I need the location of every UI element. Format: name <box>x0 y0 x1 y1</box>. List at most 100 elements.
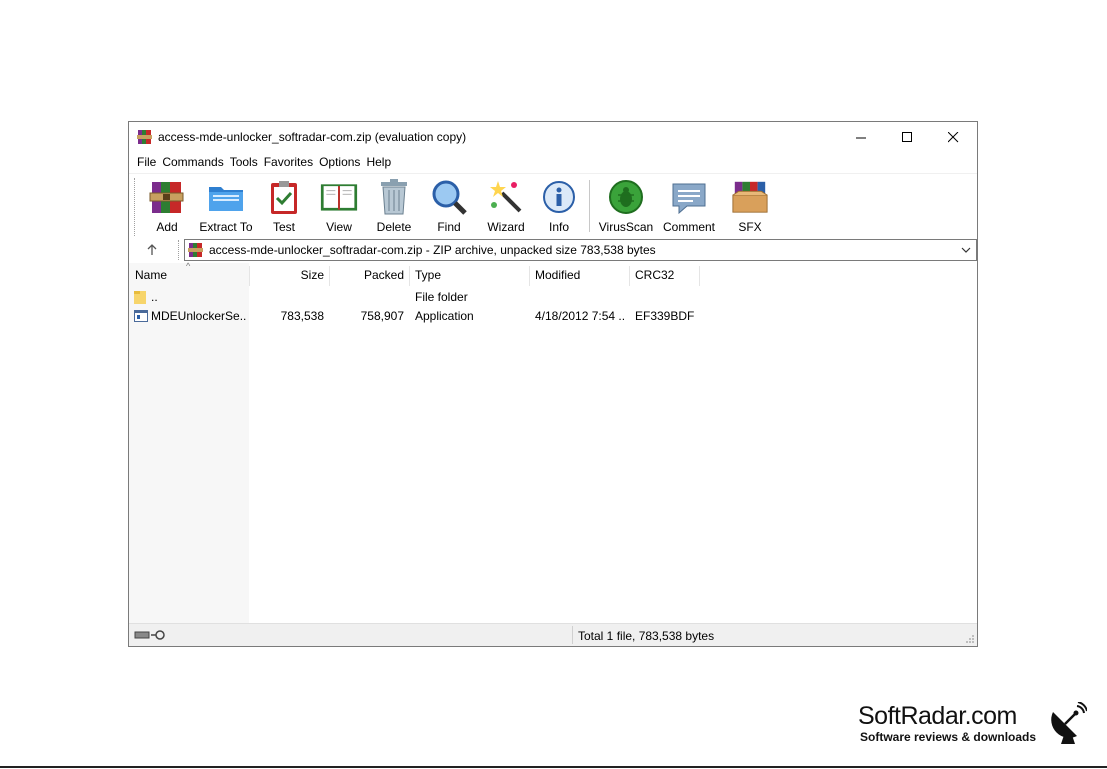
status-bar: Total 1 file, 783,538 bytes <box>129 623 977 646</box>
close-icon <box>947 131 958 142</box>
info-icon <box>543 181 575 213</box>
virusscan-label: VirusScan <box>598 220 654 234</box>
address-bar[interactable]: access-mde-unlocker_softradar-com.zip - … <box>184 239 977 261</box>
find-button[interactable]: Find <box>429 178 469 236</box>
row-packed: 758,907 <box>360 309 404 323</box>
magnifier-icon <box>432 180 467 215</box>
delete-label: Delete <box>376 220 412 234</box>
minimize-button[interactable] <box>838 122 884 152</box>
title-bar[interactable]: access-mde-unlocker_softradar-com.zip (e… <box>129 122 977 152</box>
view-button[interactable]: View <box>317 178 361 236</box>
status-separator <box>572 626 573 644</box>
archive-icon <box>188 243 203 257</box>
satellite-dish-icon <box>1051 702 1087 744</box>
resize-grip-icon[interactable] <box>965 634 975 644</box>
application-icon <box>134 310 148 322</box>
address-grip[interactable] <box>178 240 181 260</box>
open-book-icon <box>320 184 358 211</box>
menu-help[interactable]: Help <box>365 152 396 172</box>
list-header: ^ Name Size Packed Type Modified CRC32 <box>129 261 977 287</box>
row-crc32: EF339BDF <box>635 309 695 323</box>
menu-tools[interactable]: Tools <box>229 152 263 172</box>
comment-button[interactable]: Comment <box>661 178 717 236</box>
row-type: File folder <box>415 290 468 304</box>
row-size: 783,538 <box>280 309 324 323</box>
column-divider[interactable] <box>699 266 700 286</box>
column-header-type[interactable]: Type <box>415 263 525 287</box>
softradar-watermark: SoftRadar.com Software reviews & downloa… <box>857 702 1097 752</box>
bug-scan-icon <box>609 180 643 214</box>
folder-extract-icon <box>209 187 243 211</box>
info-button[interactable]: Info <box>539 178 579 236</box>
maximize-icon <box>901 131 912 142</box>
table-row[interactable]: MDEUnlockerSe... 783,538 758,907 Applica… <box>129 307 977 326</box>
address-dropdown-button[interactable] <box>959 242 973 258</box>
comment-label: Comment <box>662 220 715 234</box>
extract-to-label: Extract To <box>199 220 253 234</box>
sfx-box-icon <box>732 181 768 213</box>
test-label: Test <box>272 220 295 234</box>
row-name: MDEUnlockerSe... <box>151 309 247 323</box>
row-name: .. <box>151 290 158 304</box>
toolbar-grip[interactable] <box>134 178 137 236</box>
extract-to-button[interactable]: Extract To <box>198 178 254 236</box>
close-button[interactable] <box>930 122 976 152</box>
column-header-size[interactable]: Size <box>250 263 324 287</box>
delete-button[interactable]: Delete <box>374 178 414 236</box>
row-type: Application <box>415 309 474 323</box>
up-folder-button[interactable] <box>139 240 165 260</box>
wizard-label: Wizard <box>487 220 525 234</box>
add-label: Add <box>156 220 178 234</box>
file-list[interactable]: ^ Name Size Packed Type Modified CRC32 .… <box>129 261 977 623</box>
info-label: Info <box>548 220 569 234</box>
column-header-crc32[interactable]: CRC32 <box>635 263 695 287</box>
menu-bar: File Commands Tools Favorites Options He… <box>129 152 977 172</box>
column-divider[interactable] <box>409 266 410 286</box>
table-row[interactable]: .. File folder <box>129 288 977 307</box>
address-text: access-mde-unlocker_softradar-com.zip - … <box>209 243 656 257</box>
watermark-subtitle: Software reviews & downloads <box>860 730 1037 744</box>
column-divider[interactable] <box>629 266 630 286</box>
bottom-border <box>0 766 1107 768</box>
address-row: access-mde-unlocker_softradar-com.zip - … <box>129 238 977 262</box>
view-label: View <box>326 220 352 234</box>
row-size <box>250 288 324 307</box>
column-divider[interactable] <box>529 266 530 286</box>
menu-file[interactable]: File <box>136 152 161 172</box>
winrar-window: access-mde-unlocker_softradar-com.zip (e… <box>128 121 978 647</box>
winrar-app-icon <box>137 130 152 144</box>
maximize-button[interactable] <box>884 122 930 152</box>
row-crc32 <box>635 288 699 307</box>
row-modified <box>535 288 625 307</box>
wizard-button[interactable]: Wizard <box>484 178 528 236</box>
magic-wand-icon <box>490 181 522 213</box>
minimize-icon <box>855 137 866 138</box>
status-text: Total 1 file, 783,538 bytes <box>578 629 715 643</box>
sfx-button[interactable]: SFX <box>728 178 772 236</box>
add-button[interactable]: Add <box>147 178 187 236</box>
column-header-modified[interactable]: Modified <box>535 263 625 287</box>
column-header-name[interactable]: Name <box>135 263 245 287</box>
find-label: Find <box>437 220 461 234</box>
menu-favorites[interactable]: Favorites <box>263 152 318 172</box>
menu-commands[interactable]: Commands <box>161 152 228 172</box>
test-button[interactable]: Test <box>265 178 303 236</box>
comment-icon <box>672 183 706 214</box>
column-header-packed[interactable]: Packed <box>330 263 404 287</box>
archive-books-icon <box>149 182 184 213</box>
clipboard-check-icon <box>271 181 297 214</box>
chevron-down-icon <box>961 247 971 253</box>
window-title: access-mde-unlocker_softradar-com.zip (e… <box>158 130 467 144</box>
trash-can-icon <box>381 179 407 215</box>
menu-options[interactable]: Options <box>318 152 365 172</box>
toolbar-separator <box>589 180 590 232</box>
row-modified: 4/18/2012 7:54 ... <box>535 309 625 323</box>
folder-icon <box>134 291 146 304</box>
watermark-title: SoftRadar.com <box>858 702 1017 730</box>
drive-key-icon[interactable] <box>134 628 170 642</box>
toolbar: Add Extract To Test View Delete Find Wiz… <box>129 173 977 237</box>
arrow-up-icon <box>147 244 157 255</box>
virusscan-button[interactable]: VirusScan <box>597 178 655 236</box>
sfx-label: SFX <box>738 220 762 234</box>
row-packed <box>330 288 404 307</box>
